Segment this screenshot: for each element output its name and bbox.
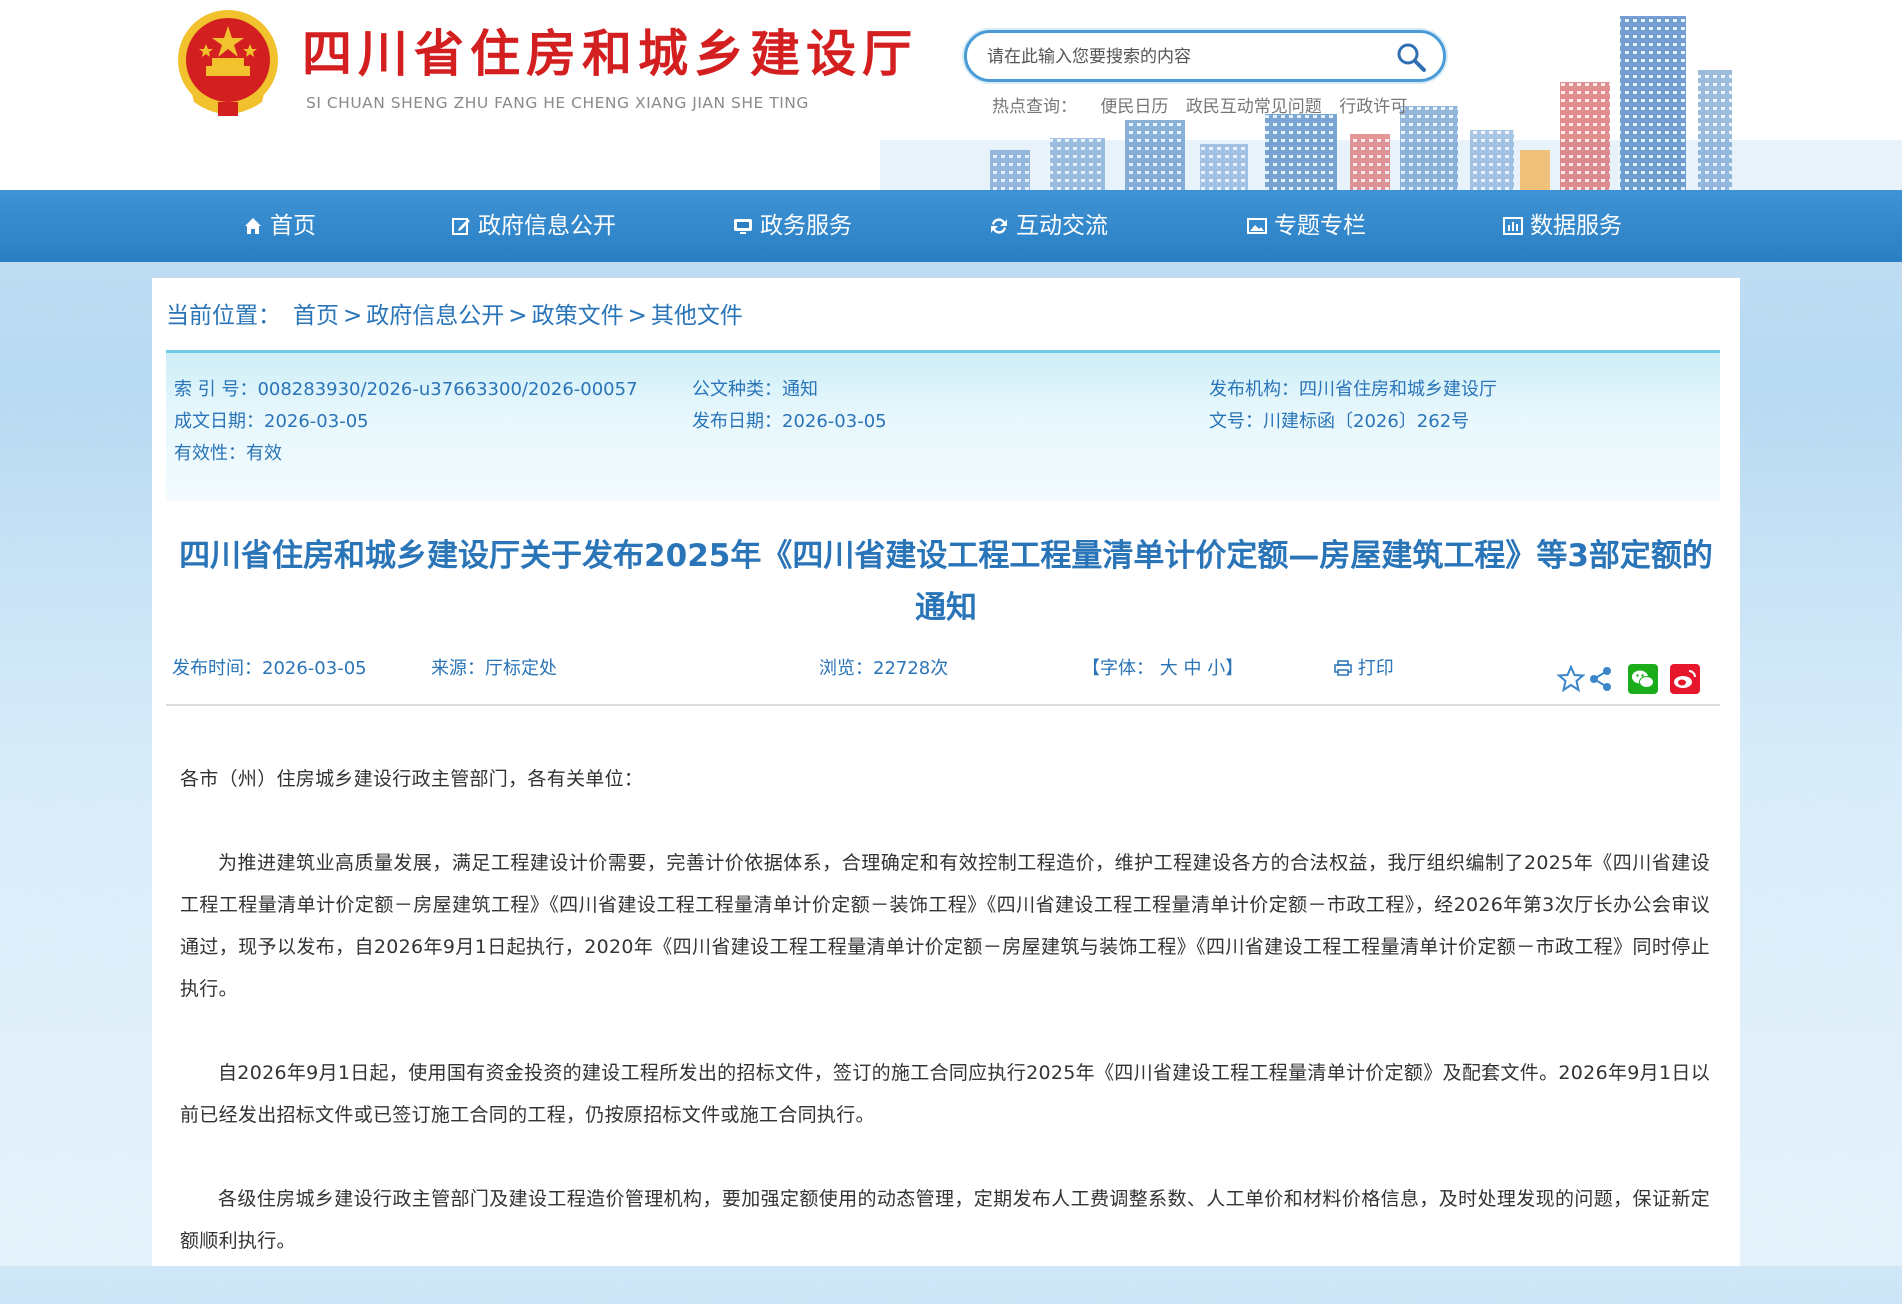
article-publish-time: 发布时间：2026-03-05 — [172, 658, 367, 679]
breadcrumb-gov-info[interactable]: 政府信息公开 — [366, 303, 504, 329]
meta-doc-no: 文号：川建标函〔2026〕262号 — [1209, 411, 1470, 432]
breadcrumb-policy[interactable]: 政策文件 — [532, 303, 624, 329]
breadcrumb-separator: > — [343, 303, 363, 329]
nav-topics[interactable]: 专题专栏 — [1246, 190, 1366, 262]
nav-interaction[interactable]: 互动交流 — [988, 190, 1108, 262]
font-size-controls: 【字体： 大 中 小】 — [1082, 654, 1243, 680]
breadcrumb-label: 当前位置： — [166, 303, 281, 329]
info-divider — [166, 704, 1720, 706]
article-views: 浏览：22728次 — [819, 658, 949, 679]
article-title: 四川省住房和城乡建设厅关于发布2025年《四川省建设工程工程量清单计价定额—房屋… — [179, 538, 1713, 626]
meta-doc-type: 公文种类：通知 — [692, 379, 818, 400]
search-input[interactable] — [985, 43, 1389, 71]
breadcrumb-other[interactable]: 其他文件 — [651, 303, 743, 329]
hot-label: 热点查询： — [992, 97, 1077, 117]
article-paragraph: 各级住房城乡建设行政主管部门及建设工程造价管理机构，要加强定额使用的动态管理，定… — [180, 1188, 1710, 1252]
nav-gov-info[interactable]: 政府信息公开 — [450, 190, 616, 262]
breadcrumb-separator: > — [508, 303, 528, 329]
print-button[interactable]: 打印 — [1334, 654, 1394, 680]
document-meta-panel: 索 引 号：008283930/2026-u37663300/2026-0005… — [166, 350, 1720, 501]
meta-publisher: 发布机构：四川省住房和城乡建设厅 — [1209, 379, 1497, 400]
meta-publish-date: 发布日期：2026-03-05 — [692, 411, 887, 432]
breadcrumb-home[interactable]: 首页 — [293, 303, 339, 329]
article-info-bar: 发布时间：2026-03-05 来源：厅标定处 浏览：22728次 【字体： 大… — [152, 654, 1740, 684]
font-small-button[interactable]: 小 — [1207, 658, 1225, 679]
nav-label: 互动交流 — [1016, 213, 1108, 239]
nav-label: 首页 — [270, 213, 316, 239]
national-emblem-icon — [178, 10, 278, 116]
site-subtitle: SI CHUAN SHENG ZHU FANG HE CHENG XIANG J… — [306, 94, 809, 112]
site-header: 四川省住房和城乡建设厅 SI CHUAN SHENG ZHU FANG HE C… — [0, 0, 1902, 190]
meta-index-no: 索 引 号：008283930/2026-u37663300/2026-0005… — [174, 379, 638, 400]
font-medium-button[interactable]: 中 — [1183, 658, 1201, 679]
font-large-button[interactable]: 大 — [1160, 658, 1178, 679]
article-paragraph: 自2026年9月1日起，使用国有资金投资的建设工程所发出的招标文件，签订的施工合… — [180, 1062, 1710, 1126]
printer-icon — [1334, 660, 1352, 676]
nav-label: 政府信息公开 — [478, 213, 616, 239]
wechat-share-icon[interactable] — [1628, 664, 1658, 694]
breadcrumb-separator: > — [627, 303, 647, 329]
monitor-icon — [734, 219, 752, 234]
search-icon[interactable] — [1393, 39, 1429, 75]
nav-data-service[interactable]: 数据服务 — [1502, 190, 1622, 262]
weibo-share-icon[interactable] — [1670, 664, 1700, 694]
nav-gov-service[interactable]: 政务服务 — [732, 190, 852, 262]
chart-icon — [1503, 217, 1523, 235]
hot-link-calendar[interactable]: 便民日历 — [1100, 97, 1168, 117]
article-body: 各市（州）住房城乡建设行政主管部门，各有关单位： 为推进建筑业高质量发展，满足工… — [180, 758, 1710, 1304]
hot-link-faq[interactable]: 政民互动常见问题 — [1186, 97, 1322, 117]
share-icon[interactable] — [1586, 664, 1616, 694]
nav-label: 专题专栏 — [1274, 213, 1366, 239]
font-label: 【字体： — [1082, 658, 1154, 679]
favorite-star-icon[interactable] — [1556, 664, 1586, 694]
breadcrumb: 当前位置： 首页 > 政府信息公开 > 政策文件 > 其他文件 — [166, 296, 743, 330]
site-title: 四川省住房和城乡建设厅 — [302, 24, 918, 83]
exchange-icon — [991, 218, 1007, 234]
edit-icon — [452, 218, 470, 235]
nav-label: 数据服务 — [1530, 213, 1622, 239]
article-paragraph: 为推进建筑业高质量发展，满足工程建设计价需要，完善计价依据体系，合理确定和有效控… — [180, 852, 1710, 1000]
image-icon — [1247, 218, 1267, 234]
search-box — [964, 30, 1446, 82]
font-label-end: 】 — [1225, 658, 1244, 679]
article-source: 来源：厅标定处 — [431, 658, 557, 679]
nav-label: 政务服务 — [760, 213, 852, 239]
main-nav: 首页 政府信息公开 政务服务 互动交流 专题专栏 数据服务 — [0, 190, 1902, 262]
home-icon — [245, 218, 261, 234]
nav-home[interactable]: 首页 — [242, 190, 316, 262]
print-label: 打印 — [1357, 658, 1394, 679]
hot-links: 热点查询： 便民日历 政民互动常见问题 行政许可 — [992, 92, 1419, 117]
hot-link-permit[interactable]: 行政许可 — [1339, 97, 1407, 117]
meta-written-date: 成文日期：2026-03-05 — [174, 411, 369, 432]
article-salutation: 各市（州）住房城乡建设行政主管部门，各有关单位： — [180, 768, 644, 790]
content-card: 当前位置： 首页 > 政府信息公开 > 政策文件 > 其他文件 索 引 号：008283930… — [152, 278, 1740, 1266]
meta-validity: 有效性：有效 — [174, 443, 282, 464]
